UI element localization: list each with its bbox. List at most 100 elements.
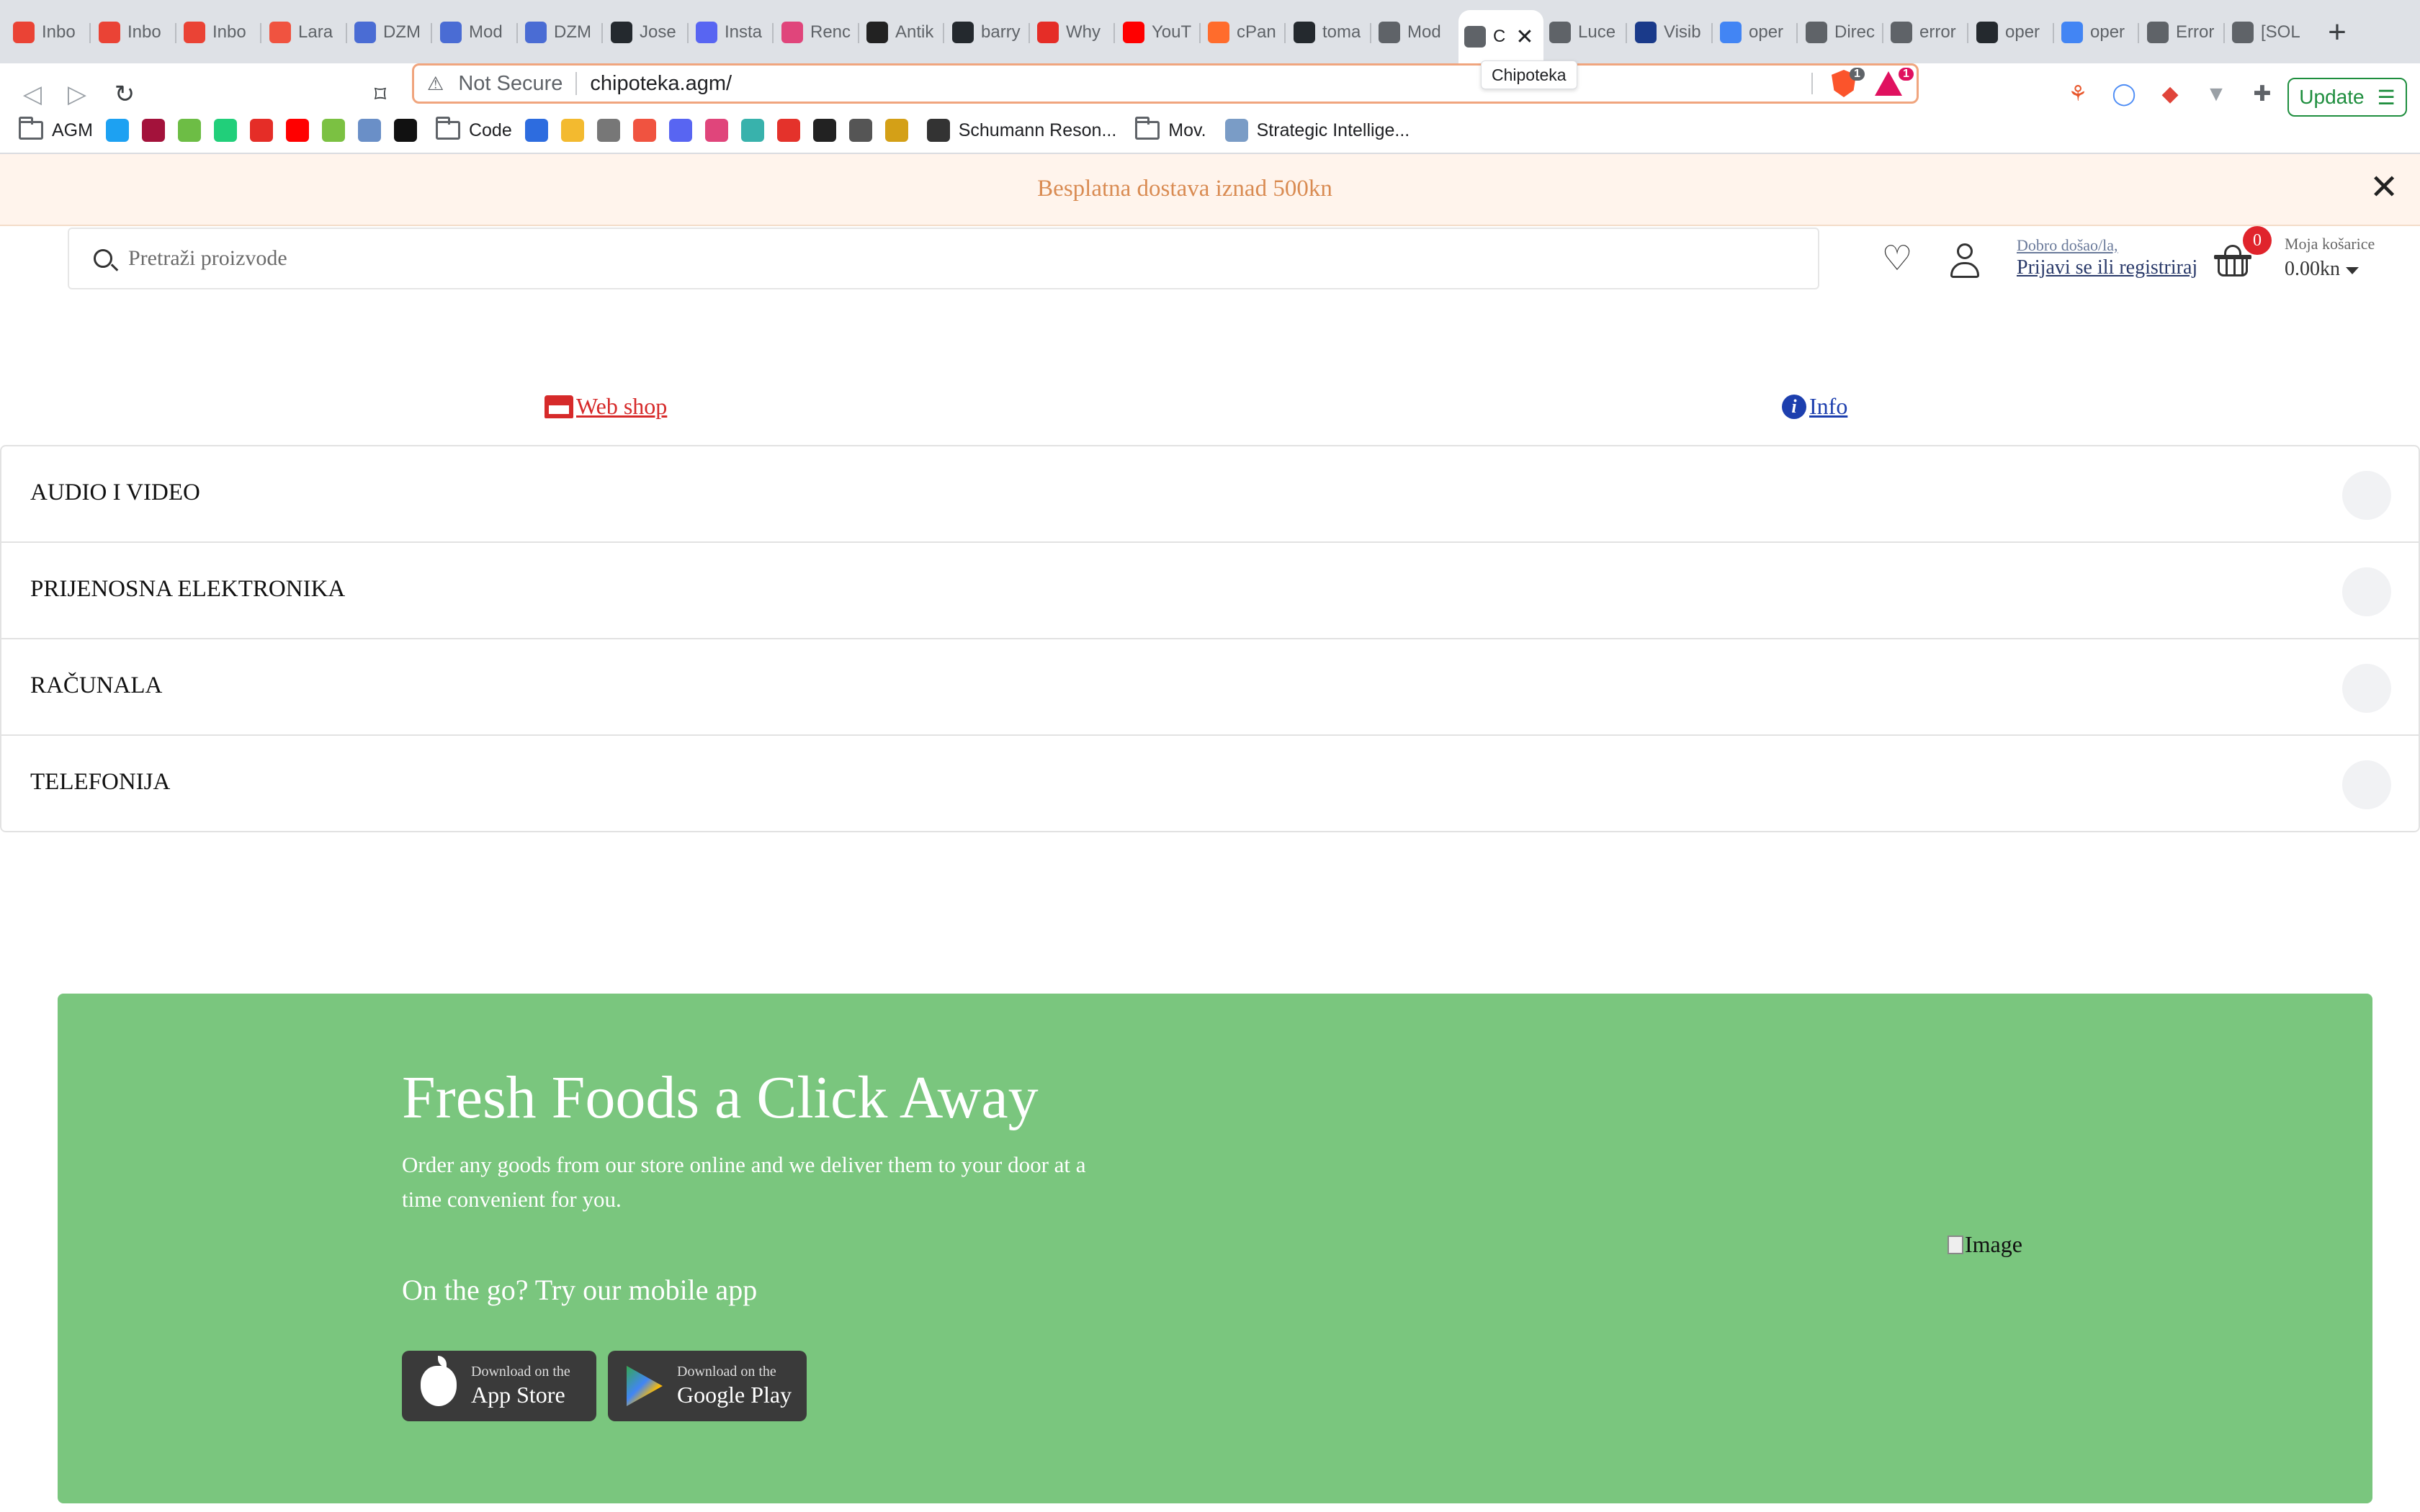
browser-tab[interactable]: toma — [1288, 12, 1366, 53]
browser-tab[interactable]: YouT — [1117, 12, 1195, 53]
info-link[interactable]: i Info — [1782, 393, 1847, 420]
rainbow-extension-icon[interactable]: ◯ — [2107, 76, 2141, 112]
browser-tab[interactable]: Inbo — [93, 12, 171, 53]
back-button[interactable]: ◁ — [14, 76, 50, 112]
browser-tab[interactable]: Mod — [1373, 12, 1451, 53]
bookmark-item[interactable] — [249, 114, 273, 146]
bookmark-item[interactable] — [668, 114, 692, 146]
browser-tab[interactable]: Insta — [690, 12, 768, 53]
sitemap-extension-icon[interactable]: ⚘ — [2061, 76, 2094, 112]
browser-tab[interactable]: Error — [2141, 12, 2219, 53]
browser-tab[interactable]: Inbo — [178, 12, 256, 53]
bookmark-item[interactable] — [285, 114, 309, 146]
url-text[interactable]: chipoteka.agm/ — [590, 72, 732, 96]
browser-tab[interactable]: oper — [1971, 12, 2048, 53]
browser-tab[interactable]: DZM — [519, 12, 597, 53]
bookmark-item[interactable] — [704, 114, 728, 146]
bookmark-item[interactable]: Schumann Reson... — [926, 114, 1116, 146]
heart-icon[interactable]: ♡ — [1876, 238, 1919, 281]
cart-total[interactable]: 0.00kn — [2285, 258, 2359, 281]
user-icon[interactable] — [1948, 243, 1982, 281]
bookmark-item[interactable] — [141, 114, 165, 146]
expand-toggle-icon[interactable] — [2342, 760, 2391, 809]
web-shop-link[interactable]: Web shop — [544, 393, 667, 420]
bookmark-icon[interactable]: ⌑ — [366, 76, 395, 112]
close-icon[interactable]: ✕ — [2370, 170, 2398, 206]
browser-tab[interactable]: Jose — [605, 12, 683, 53]
login-link[interactable]: Prijavi se ili registriraj — [2017, 256, 2197, 279]
google-play-button[interactable]: Download on the Google Play — [608, 1351, 807, 1421]
security-label[interactable]: Not Secure — [458, 72, 563, 96]
browser-tab[interactable]: error — [1885, 12, 1963, 53]
browser-tab[interactable]: Antik — [861, 12, 938, 53]
browser-tab[interactable]: Visib — [1629, 12, 1707, 53]
bookmark-item[interactable]: Code — [435, 114, 512, 146]
rewards-count-badge: 1 — [1899, 68, 1914, 81]
tab-strip: + Inbo Inbo Inbo Lara DZM Mod DZM Jose Insta Renc… — [0, 0, 2420, 63]
bookmark-item[interactable] — [848, 114, 872, 146]
vue-extension-icon[interactable]: ▼ — [2200, 76, 2233, 112]
bookmark-item[interactable] — [213, 114, 237, 146]
close-tab-icon[interactable]: ✕ — [1515, 24, 1533, 50]
forward-button[interactable]: ▷ — [59, 76, 95, 112]
bookmark-item[interactable] — [177, 114, 201, 146]
theta-icon — [393, 119, 417, 142]
bookmark-item[interactable] — [884, 114, 908, 146]
category-row[interactable]: PRIJENOSNA ELEKTRONIKA — [1, 543, 2419, 639]
browser-tab[interactable]: Mod — [434, 12, 512, 53]
tab-label: Error — [2176, 22, 2215, 42]
browser-tab[interactable]: Lara — [264, 12, 341, 53]
welcome-text[interactable]: Dobro došao/la, — [2017, 236, 2118, 255]
expand-toggle-icon[interactable] — [2342, 471, 2391, 520]
browser-tab[interactable]: [SOL — [2226, 12, 2304, 53]
reload-button[interactable]: ↻ — [107, 76, 143, 112]
browser-tab[interactable]: Inbo — [7, 12, 85, 53]
bookmark-item[interactable] — [524, 114, 548, 146]
expand-toggle-icon[interactable] — [2342, 664, 2391, 713]
bookmark-item[interactable] — [632, 114, 656, 146]
bookmark-item[interactable]: AGM — [19, 114, 93, 146]
browser-tab[interactable]: barry — [946, 12, 1024, 53]
extensions-puzzle-icon[interactable]: ✚ — [2246, 76, 2279, 112]
bookmark-item[interactable]: Strategic Intellige... — [1224, 114, 1410, 146]
folder-icon — [1135, 117, 1160, 140]
bookmark-item[interactable] — [812, 114, 836, 146]
tab-label: cPan — [1237, 22, 1276, 42]
browser-tab[interactable]: DZM — [349, 12, 426, 53]
expand-toggle-icon[interactable] — [2342, 567, 2391, 616]
cart-total-value: 0.00kn — [2285, 258, 2340, 280]
category-row[interactable]: RAČUNALA — [1, 639, 2419, 736]
category-row[interactable]: TELEFONIJA — [1, 736, 2419, 832]
shield-count-badge: 1 — [1850, 68, 1865, 81]
app-store-button[interactable]: Download on the App Store — [402, 1351, 596, 1421]
c-icon — [1037, 22, 1059, 43]
search-input[interactable] — [128, 246, 1713, 271]
browser-tab[interactable]: C ✕ — [1458, 10, 1543, 63]
browser-tab[interactable]: oper — [1714, 12, 1792, 53]
bookmark-item[interactable] — [740, 114, 764, 146]
bookmark-item[interactable] — [776, 114, 800, 146]
bookmark-item[interactable] — [560, 114, 584, 146]
bookmark-item[interactable] — [105, 114, 129, 146]
browser-tab[interactable]: Renc — [776, 12, 853, 53]
search-icon[interactable] — [94, 249, 112, 268]
browser-tab[interactable]: Why — [1031, 12, 1109, 53]
browser-tab[interactable]: cPan — [1202, 12, 1280, 53]
planet-icon — [668, 119, 692, 142]
folder-icon — [19, 117, 43, 140]
bookmark-item[interactable] — [321, 114, 345, 146]
bookmark-item[interactable]: Mov. — [1135, 114, 1206, 146]
bookmark-item[interactable] — [393, 114, 417, 146]
browser-tab[interactable]: oper — [2056, 12, 2133, 53]
new-tab-button[interactable]: + — [2319, 13, 2355, 52]
address-bar[interactable]: ⚠ Not Secure chipoteka.agm/ — [412, 63, 1919, 104]
search-box[interactable] — [68, 228, 1819, 289]
bookmark-item[interactable] — [596, 114, 620, 146]
red-extension-icon[interactable]: ◆ — [2154, 76, 2187, 112]
browser-tab[interactable]: Direc — [1800, 12, 1878, 53]
browser-tab[interactable]: Luce — [1543, 12, 1621, 53]
planet-icon — [696, 22, 717, 43]
category-row[interactable]: AUDIO I VIDEO — [1, 446, 2419, 543]
f-icon — [1635, 22, 1657, 43]
bookmark-item[interactable] — [357, 114, 381, 146]
